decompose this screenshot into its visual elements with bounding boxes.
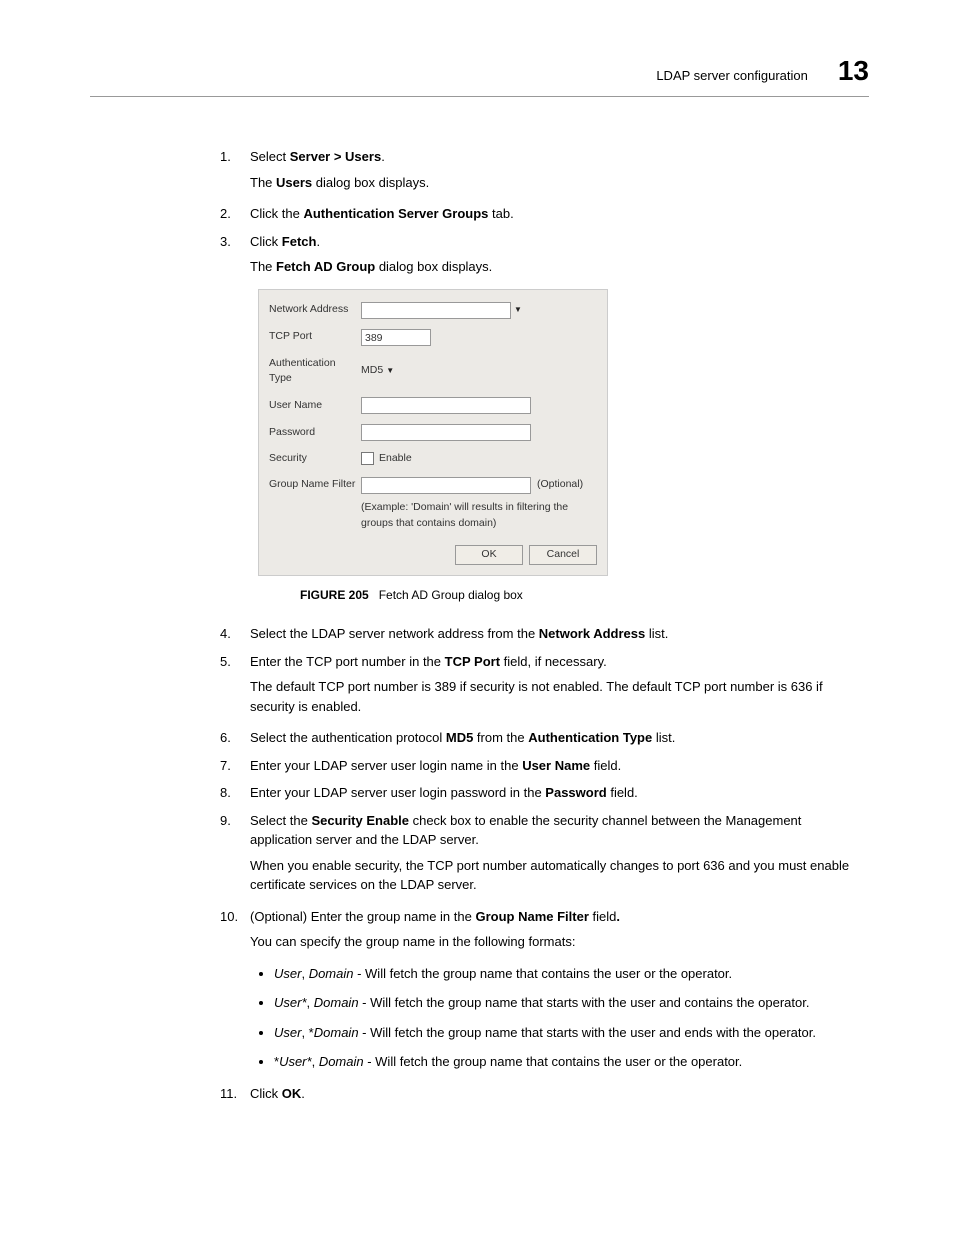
step-5-note: The default TCP port number is 389 if se…: [250, 677, 864, 716]
step-number: 7.: [220, 756, 231, 776]
step-text: Enter the TCP port number in the TCP Por…: [250, 654, 607, 669]
step-11: 11. Click OK.: [220, 1084, 864, 1104]
step-number: 11.: [220, 1084, 237, 1104]
step-number: 1.: [220, 147, 231, 167]
format-list: User, Domain - Will fetch the group name…: [250, 964, 864, 1072]
step-2: 2. Click the Authentication Server Group…: [220, 204, 864, 224]
step-1-result: The Users dialog box displays.: [250, 173, 864, 193]
dialog-screenshot: Network Address ▼ TCP Port 389 Authentic…: [258, 289, 864, 577]
step-number: 9.: [220, 811, 231, 831]
enable-checkbox-wrap: Enable: [361, 451, 412, 467]
label-security: Security: [269, 451, 361, 467]
network-address-field[interactable]: [361, 302, 511, 319]
step-4: 4. Select the LDAP server network addres…: [220, 624, 864, 644]
step-10-intro: You can specify the group name in the fo…: [250, 932, 864, 952]
row-tcp-port: TCP Port 389: [269, 329, 597, 346]
format-item: *User*, Domain - Will fetch the group na…: [274, 1052, 864, 1072]
figure-text: Fetch AD Group dialog box: [379, 588, 523, 602]
step-1: 1. Select Server > Users. The Users dial…: [220, 147, 864, 192]
step-number: 6.: [220, 728, 231, 748]
figure-caption: FIGURE 205 Fetch AD Group dialog box: [300, 586, 864, 604]
ok-button[interactable]: OK: [455, 545, 523, 565]
step-5: 5. Enter the TCP port number in the TCP …: [220, 652, 864, 717]
page-header: LDAP server configuration 13: [90, 50, 869, 97]
step-text: Select the authentication protocol MD5 f…: [250, 730, 675, 745]
enable-checkbox[interactable]: [361, 452, 374, 465]
step-10: 10. (Optional) Enter the group name in t…: [220, 907, 864, 1072]
user-name-field[interactable]: [361, 397, 531, 414]
label-network-address: Network Address: [269, 302, 361, 318]
auth-type-combo[interactable]: MD5 ▼: [361, 363, 397, 380]
step-number: 5.: [220, 652, 231, 672]
auth-type-value: MD5: [361, 363, 383, 379]
step-text: Enter your LDAP server user login passwo…: [250, 785, 638, 800]
step-number: 8.: [220, 783, 231, 803]
step-text: Click Fetch.: [250, 234, 320, 249]
optional-label: (Optional): [537, 477, 583, 493]
content: 1. Select Server > Users. The Users dial…: [220, 147, 864, 1103]
page: LDAP server configuration 13 1. Select S…: [0, 0, 954, 1235]
label-user-name: User Name: [269, 398, 361, 414]
step-9: 9. Select the Security Enable check box …: [220, 811, 864, 895]
group-filter-field[interactable]: [361, 477, 531, 494]
network-address-combo[interactable]: ▼: [361, 302, 525, 319]
step-text: Click the Authentication Server Groups t…: [250, 206, 514, 221]
header-title: LDAP server configuration: [656, 66, 808, 86]
label-auth-type: Authentication Type: [269, 356, 361, 388]
row-password: Password: [269, 424, 597, 441]
row-security: Security Enable: [269, 451, 597, 467]
step-number: 2.: [220, 204, 231, 224]
enable-label: Enable: [379, 452, 412, 464]
group-filter-hint: (Example: 'Domain' will results in filte…: [361, 500, 597, 532]
step-text: Select the LDAP server network address f…: [250, 626, 668, 641]
format-item: User, Domain - Will fetch the group name…: [274, 964, 864, 984]
step-7: 7. Enter your LDAP server user login nam…: [220, 756, 864, 776]
step-text: Select the Security Enable check box to …: [250, 813, 801, 848]
row-group-filter: Group Name Filter (Optional): [269, 477, 597, 494]
label-tcp-port: TCP Port: [269, 329, 361, 345]
dialog-buttons: OK Cancel: [269, 545, 597, 565]
step-number: 3.: [220, 232, 231, 252]
step-number: 4.: [220, 624, 231, 644]
step-text: Click OK.: [250, 1086, 305, 1101]
step-text: Select Server > Users.: [250, 149, 385, 164]
figure-label: FIGURE 205: [300, 588, 369, 602]
format-item: User, *Domain - Will fetch the group nam…: [274, 1023, 864, 1043]
step-6: 6. Select the authentication protocol MD…: [220, 728, 864, 748]
dropdown-icon[interactable]: ▼: [511, 302, 525, 319]
step-8: 8. Enter your LDAP server user login pas…: [220, 783, 864, 803]
step-3: 3. Click Fetch. The Fetch AD Group dialo…: [220, 232, 864, 605]
row-user-name: User Name: [269, 397, 597, 414]
steps-list: 1. Select Server > Users. The Users dial…: [220, 147, 864, 1103]
fetch-ad-group-dialog: Network Address ▼ TCP Port 389 Authentic…: [258, 289, 608, 577]
row-network-address: Network Address ▼: [269, 302, 597, 319]
tcp-port-field[interactable]: 389: [361, 329, 431, 346]
step-3-result: The Fetch AD Group dialog box displays.: [250, 257, 864, 277]
chapter-number: 13: [838, 50, 869, 92]
row-auth-type: Authentication Type MD5 ▼: [269, 356, 597, 388]
cancel-button[interactable]: Cancel: [529, 545, 597, 565]
label-group-filter: Group Name Filter: [269, 477, 361, 493]
step-text: Enter your LDAP server user login name i…: [250, 758, 621, 773]
step-number: 10.: [220, 907, 238, 927]
step-text: (Optional) Enter the group name in the G…: [250, 909, 620, 924]
password-field[interactable]: [361, 424, 531, 441]
step-9-note: When you enable security, the TCP port n…: [250, 856, 864, 895]
label-password: Password: [269, 425, 361, 441]
format-item: User*, Domain - Will fetch the group nam…: [274, 993, 864, 1013]
dropdown-icon[interactable]: ▼: [383, 363, 397, 380]
